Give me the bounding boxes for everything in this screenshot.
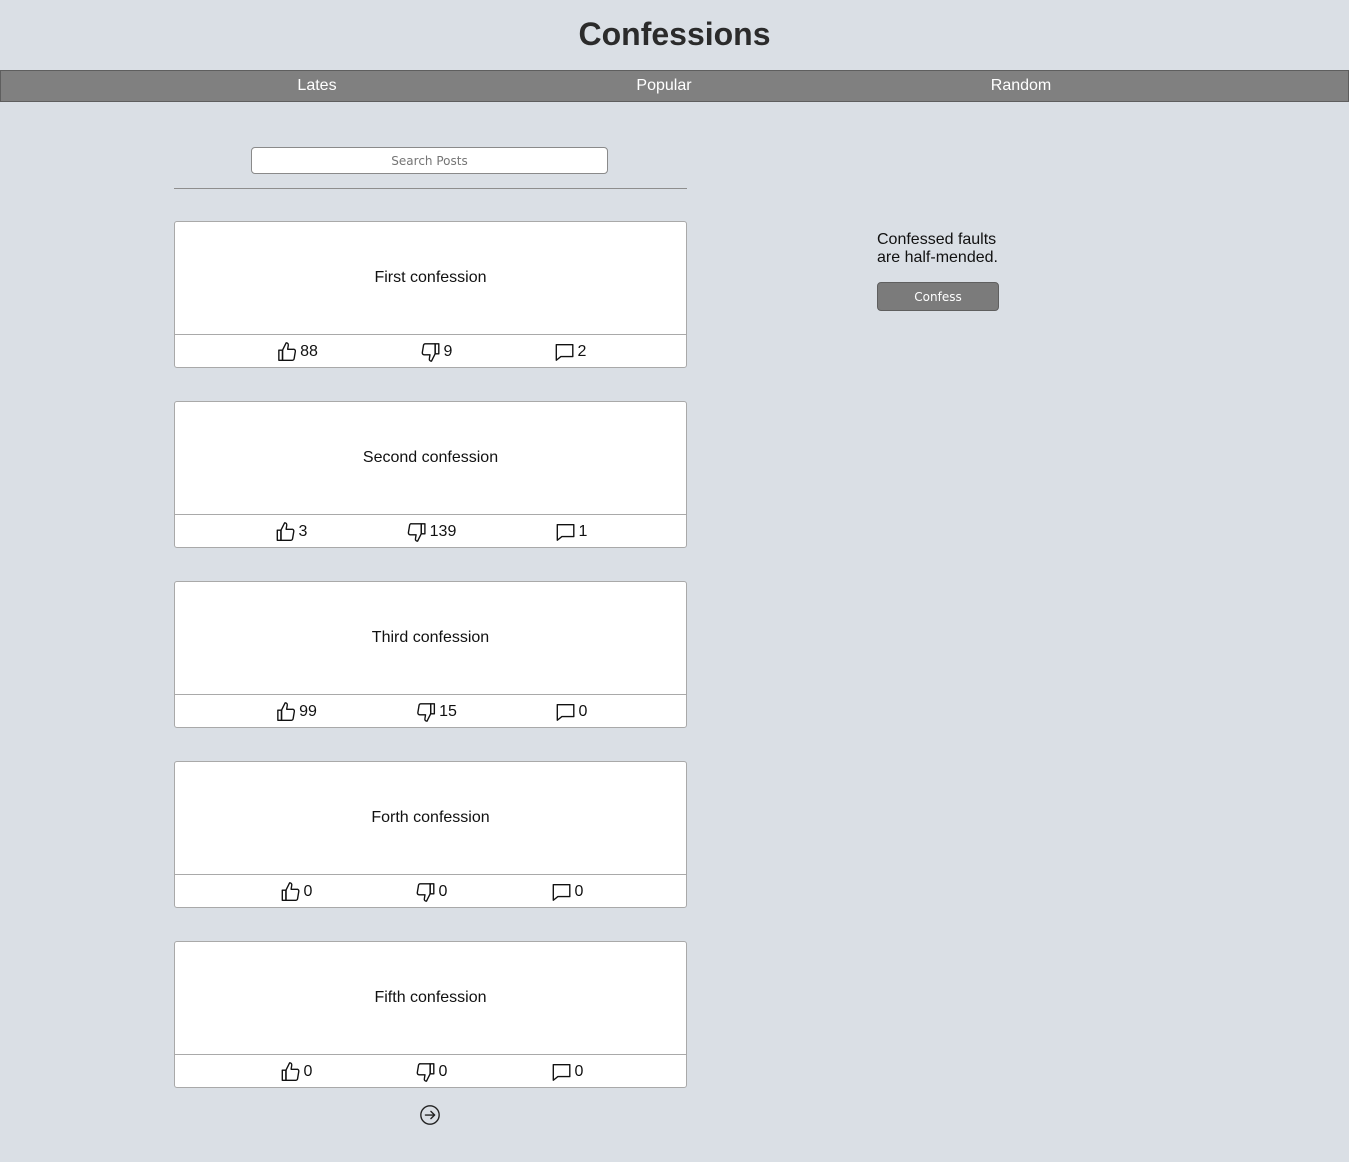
post-footer: 0 0 0	[175, 874, 686, 908]
post-card: Forth confession 0 0 0	[174, 761, 687, 908]
like-count: 0	[303, 1063, 313, 1080]
comment-count: 0	[578, 703, 588, 720]
post-title[interactable]: Fifth confession	[175, 942, 686, 1054]
comment-count: 0	[574, 1063, 584, 1080]
like-button[interactable]: 99	[275, 701, 317, 723]
confess-button[interactable]: Confess	[877, 282, 999, 311]
thumbs-down-icon	[415, 1061, 437, 1083]
dislike-count: 139	[429, 523, 457, 540]
comment-button[interactable]: 0	[551, 881, 584, 903]
search-input[interactable]	[251, 147, 608, 174]
thumbs-down-icon	[415, 701, 437, 723]
dislike-count: 0	[438, 883, 448, 900]
post-title[interactable]: Third confession	[175, 582, 686, 694]
comment-button[interactable]: 0	[555, 701, 588, 723]
comment-count: 1	[578, 523, 588, 540]
comment-count: 0	[574, 883, 584, 900]
like-count: 99	[299, 703, 317, 720]
post-card: Second confession 3 139 1	[174, 401, 687, 548]
nav-item-random[interactable]: Random	[991, 71, 1051, 101]
dislike-count: 15	[439, 703, 457, 720]
arrow-right-circle-icon	[419, 1104, 441, 1126]
site-title: Confessions	[578, 16, 771, 52]
thumbs-up-icon	[275, 701, 297, 723]
dislike-button[interactable]: 9	[420, 341, 453, 363]
comment-icon	[551, 881, 573, 903]
like-count: 3	[298, 523, 308, 540]
dislike-count: 0	[438, 1063, 448, 1080]
post-title[interactable]: First confession	[175, 222, 686, 334]
dislike-count: 9	[443, 343, 453, 360]
thumbs-up-icon	[280, 881, 302, 903]
post-footer: 88 9 2	[175, 334, 686, 368]
next-page-button[interactable]	[419, 1104, 441, 1126]
like-button[interactable]: 3	[275, 521, 308, 543]
like-button[interactable]: 88	[276, 341, 318, 363]
like-count: 0	[303, 883, 313, 900]
post-card: Fifth confession 0 0 0	[174, 941, 687, 1088]
comment-button[interactable]: 0	[551, 1061, 584, 1083]
nav-item-popular[interactable]: Popular	[636, 71, 691, 101]
like-button[interactable]: 0	[280, 1061, 313, 1083]
post-card: Third confession 99 15 0	[174, 581, 687, 728]
like-button[interactable]: 0	[280, 881, 313, 903]
post-footer: 99 15 0	[175, 694, 686, 728]
post-footer: 0 0 0	[175, 1054, 686, 1088]
comment-icon	[555, 521, 577, 543]
thumbs-down-icon	[406, 521, 428, 543]
dislike-button[interactable]: 0	[415, 1061, 448, 1083]
comment-icon	[554, 341, 576, 363]
post-title[interactable]: Second confession	[175, 402, 686, 514]
navbar: Lates Popular Random	[0, 70, 1349, 102]
sidebar-quote: Confessed faults are half-mended.	[877, 231, 998, 266]
comment-button[interactable]: 1	[555, 521, 588, 543]
comment-button[interactable]: 2	[554, 341, 587, 363]
dislike-button[interactable]: 139	[406, 521, 457, 543]
comment-icon	[555, 701, 577, 723]
comment-count: 2	[577, 343, 587, 360]
dislike-button[interactable]: 0	[415, 881, 448, 903]
comment-icon	[551, 1061, 573, 1083]
dislike-button[interactable]: 15	[415, 701, 457, 723]
nav-item-latest[interactable]: Lates	[297, 71, 336, 101]
post-title[interactable]: Forth confession	[175, 762, 686, 874]
thumbs-up-icon	[275, 521, 297, 543]
like-count: 88	[300, 343, 318, 360]
thumbs-up-icon	[276, 341, 298, 363]
post-card: First confession 88 9 2	[174, 221, 687, 368]
thumbs-up-icon	[280, 1061, 302, 1083]
post-footer: 3 139 1	[175, 514, 686, 548]
thumbs-down-icon	[415, 881, 437, 903]
thumbs-down-icon	[420, 341, 442, 363]
search-divider	[174, 188, 687, 189]
